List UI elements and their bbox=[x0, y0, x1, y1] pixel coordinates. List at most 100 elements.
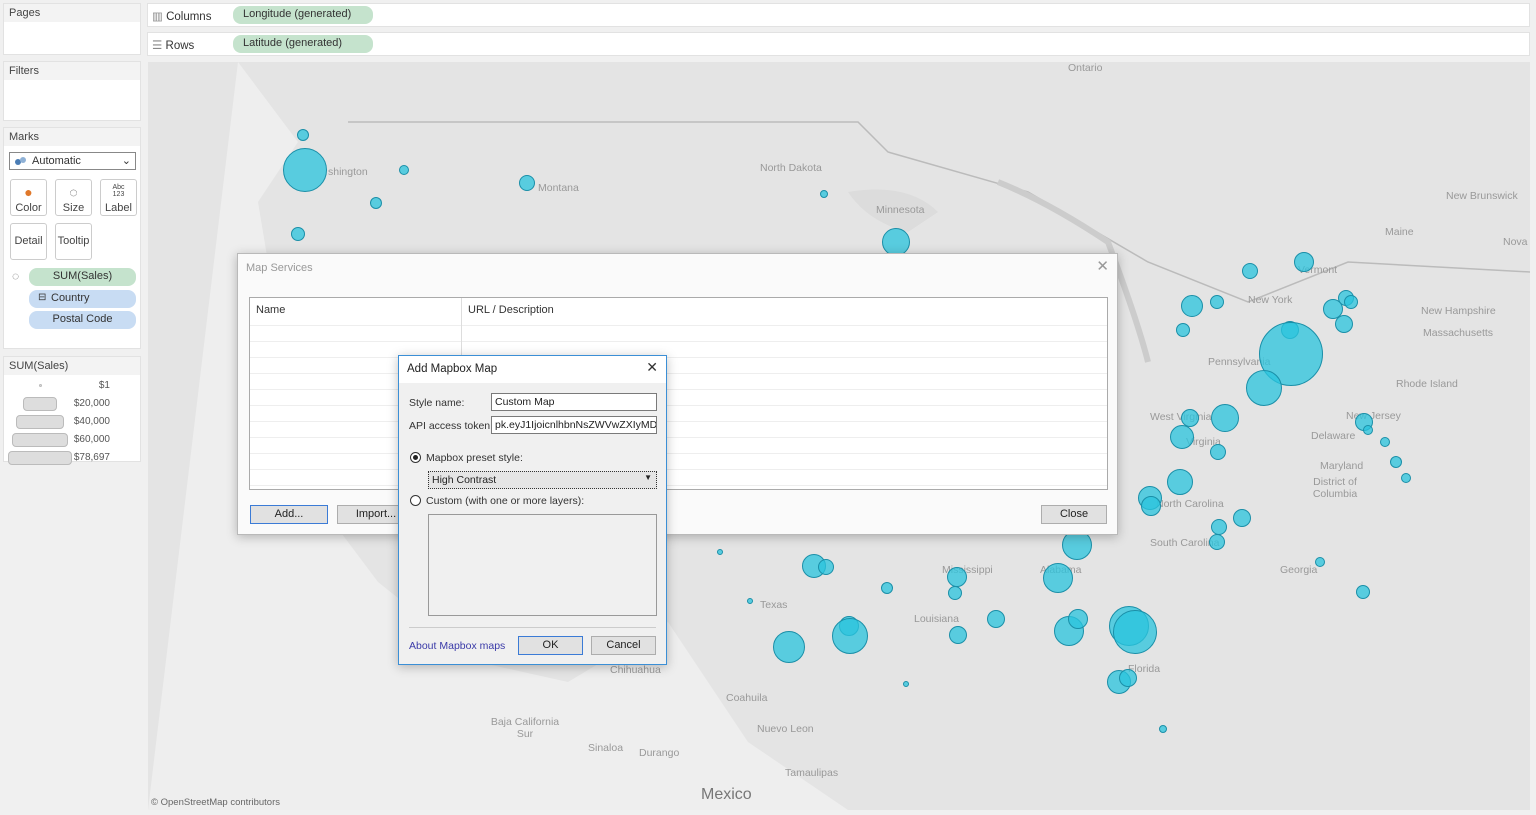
legend-entry: $78,697 bbox=[73, 452, 110, 463]
map-attribution[interactable]: © OpenStreetMap contributors bbox=[151, 797, 280, 808]
color-label: Color bbox=[15, 202, 42, 214]
sales-bubble[interactable] bbox=[283, 148, 327, 192]
sales-bubble[interactable] bbox=[1170, 425, 1194, 449]
map-label: Minnesota bbox=[876, 204, 925, 216]
legend-size-swatch bbox=[12, 433, 68, 447]
sales-bubble[interactable] bbox=[1210, 295, 1224, 309]
detail-button[interactable]: Detail bbox=[10, 223, 47, 260]
column-url[interactable]: URL / Description bbox=[468, 304, 554, 316]
sales-bubble[interactable] bbox=[987, 610, 1005, 628]
map-label: New York bbox=[1248, 294, 1293, 306]
sales-bubble[interactable] bbox=[297, 129, 309, 141]
sales-bubble[interactable] bbox=[818, 559, 834, 575]
sales-bubble[interactable] bbox=[820, 190, 828, 198]
mark-type-dropdown[interactable]: Automatic ⌄ bbox=[9, 152, 136, 170]
sales-bubble[interactable] bbox=[291, 227, 305, 241]
pages-card: Pages bbox=[3, 3, 141, 55]
map-label: New Brunswick bbox=[1446, 190, 1518, 202]
style-name-label: Style name: bbox=[409, 397, 465, 409]
legend-entry: $60,000 bbox=[73, 434, 110, 445]
sales-bubble[interactable] bbox=[1043, 563, 1073, 593]
marks-card: Marks Automatic ⌄ ● Color ◌ Size Abc 123 La… bbox=[3, 127, 141, 349]
pages-title: Pages bbox=[4, 4, 140, 22]
column-name[interactable]: Name bbox=[256, 304, 285, 316]
sales-bubble[interactable] bbox=[1363, 425, 1373, 435]
mark-field-country[interactable]: ⊟ Country bbox=[29, 290, 136, 308]
sales-bubble[interactable] bbox=[1390, 456, 1402, 468]
sales-bubble[interactable] bbox=[1181, 295, 1203, 317]
map-label: Maine bbox=[1385, 226, 1414, 238]
color-button[interactable]: ● Color bbox=[10, 179, 47, 216]
sales-bubble[interactable] bbox=[1315, 557, 1325, 567]
sales-bubble[interactable] bbox=[947, 567, 967, 587]
sales-bubble[interactable] bbox=[882, 228, 910, 256]
sales-bubble[interactable] bbox=[1068, 609, 1088, 629]
sales-bubble[interactable] bbox=[1211, 404, 1239, 432]
sales-bubble[interactable] bbox=[399, 165, 409, 175]
size-button[interactable]: ◌ Size bbox=[55, 179, 92, 216]
sales-bubble[interactable] bbox=[1242, 263, 1258, 279]
filters-card[interactable]: Filters bbox=[3, 61, 141, 121]
legend-size-swatch bbox=[23, 397, 57, 411]
add-button[interactable]: Add... bbox=[250, 505, 328, 524]
sales-bubble[interactable] bbox=[1176, 323, 1190, 337]
preset-radio[interactable] bbox=[410, 452, 421, 463]
sales-bubble[interactable] bbox=[1209, 534, 1225, 550]
legend-size-swatch bbox=[16, 415, 64, 429]
sales-bubble[interactable] bbox=[903, 681, 909, 687]
map-label: Maryland bbox=[1320, 460, 1364, 472]
custom-layers-textarea[interactable] bbox=[428, 514, 657, 616]
sales-bubble[interactable] bbox=[1323, 299, 1343, 319]
sales-bubble[interactable] bbox=[1401, 473, 1411, 483]
sales-bubble[interactable] bbox=[1119, 669, 1137, 687]
sales-bubble[interactable] bbox=[1211, 519, 1227, 535]
sales-bubble[interactable] bbox=[519, 175, 535, 191]
size-field-icon: ◌ bbox=[12, 269, 20, 283]
sales-bubble[interactable] bbox=[832, 618, 868, 654]
style-name-input[interactable]: Custom Map bbox=[491, 393, 657, 411]
mark-field-postal-code[interactable]: Postal Code bbox=[29, 311, 136, 329]
tooltip-button[interactable]: Tooltip bbox=[55, 223, 92, 260]
map-label: Nuevo Leon bbox=[757, 723, 814, 735]
columns-icon: ▥ bbox=[152, 11, 167, 23]
sales-bubble[interactable] bbox=[1113, 610, 1157, 654]
cancel-button[interactable]: Cancel bbox=[591, 636, 656, 655]
map-label: Massachusetts bbox=[1423, 327, 1494, 339]
sales-bubble[interactable] bbox=[773, 631, 805, 663]
country-label: Country bbox=[51, 292, 90, 304]
sales-bubble[interactable] bbox=[747, 598, 753, 604]
token-input[interactable]: pk.eyJ1IjoicnlhbnNsZWVwZXIyMDE2Ii bbox=[491, 416, 657, 434]
map-label: Montana bbox=[538, 182, 579, 194]
ok-button[interactable]: OK bbox=[518, 636, 583, 655]
sales-bubble[interactable] bbox=[1294, 252, 1314, 272]
rows-icon: ☰ bbox=[152, 40, 166, 52]
preset-dropdown[interactable]: High Contrast ▼ bbox=[428, 471, 657, 489]
sales-bubble[interactable] bbox=[1210, 444, 1226, 460]
sales-bubble[interactable] bbox=[948, 586, 962, 600]
sales-bubble[interactable] bbox=[1356, 585, 1370, 599]
close-icon[interactable]: ✕ bbox=[1096, 257, 1109, 275]
sales-bubble[interactable] bbox=[1380, 437, 1390, 447]
sales-bubble[interactable] bbox=[949, 626, 967, 644]
sales-bubble[interactable] bbox=[1233, 509, 1251, 527]
sales-bubble[interactable] bbox=[370, 197, 382, 209]
sales-bubble[interactable] bbox=[1246, 370, 1282, 406]
columns-pill[interactable]: Longitude (generated) bbox=[233, 6, 373, 24]
rows-pill[interactable]: Latitude (generated) bbox=[233, 35, 373, 53]
mark-field-sales[interactable]: SUM(Sales) bbox=[29, 268, 136, 286]
sales-bubble[interactable] bbox=[1344, 295, 1358, 309]
sales-bubble[interactable] bbox=[1141, 496, 1161, 516]
sales-bubble[interactable] bbox=[1159, 725, 1167, 733]
sales-bubble[interactable] bbox=[717, 549, 723, 555]
custom-radio[interactable] bbox=[410, 495, 421, 506]
sales-bubble[interactable] bbox=[1167, 469, 1193, 495]
map-label: Tamaulipas bbox=[785, 767, 839, 779]
rows-shelf[interactable]: ☰ Rows Latitude (generated) bbox=[147, 32, 1530, 56]
sales-bubble[interactable] bbox=[881, 582, 893, 594]
about-mapbox-link[interactable]: About Mapbox maps bbox=[409, 640, 505, 652]
close-button[interactable]: Close bbox=[1041, 505, 1107, 524]
close-icon[interactable]: ✕ bbox=[646, 359, 658, 376]
label-button[interactable]: Abc 123 Label bbox=[100, 179, 137, 216]
map-label: Louisiana bbox=[914, 613, 959, 625]
columns-shelf[interactable]: ▥ Columns Longitude (generated) bbox=[147, 3, 1530, 27]
